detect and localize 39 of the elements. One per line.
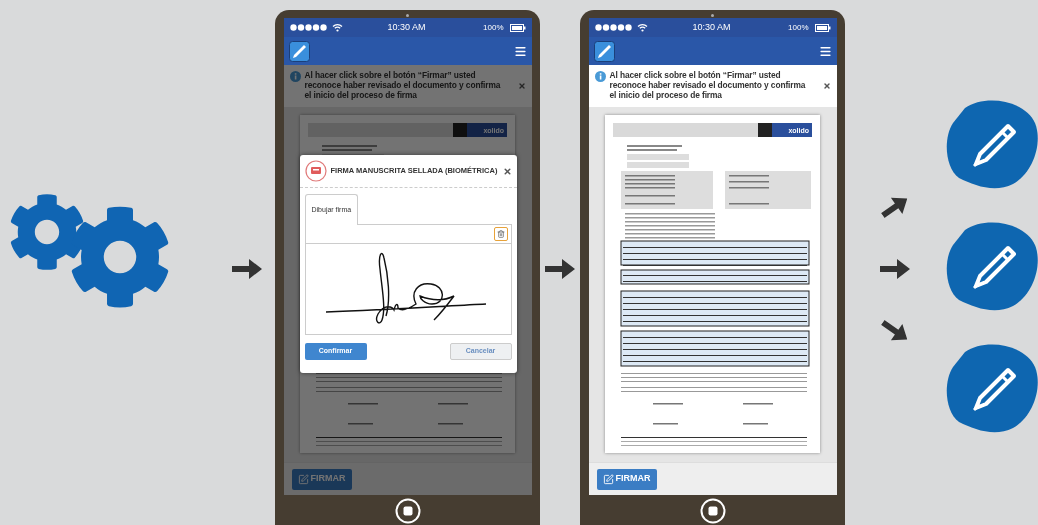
notice-text: Al hacer click sobre el botón “Firmar” usted reconoce haber revisado el documento y confirma el inicio del proceso de firma bbox=[609, 70, 807, 100]
close-icon[interactable] bbox=[517, 82, 526, 90]
sign-button[interactable]: FIRMAR bbox=[291, 468, 352, 490]
arrow-icon bbox=[880, 258, 910, 280]
app-logo-icon[interactable] bbox=[593, 40, 615, 62]
battery-icon bbox=[814, 23, 831, 32]
info-icon bbox=[289, 71, 301, 82]
wifi-icon bbox=[331, 23, 343, 32]
app-logo-icon[interactable] bbox=[288, 40, 310, 62]
arrow-icon bbox=[232, 258, 262, 280]
menu-icon[interactable] bbox=[513, 44, 527, 58]
pen-badge-icon bbox=[945, 342, 1038, 434]
sign-button[interactable]: FIRMAR bbox=[596, 468, 657, 490]
pen-badge-icon bbox=[945, 98, 1038, 190]
home-button-icon[interactable] bbox=[699, 498, 726, 524]
battery-percent: 100% bbox=[483, 21, 504, 34]
info-icon bbox=[594, 71, 606, 82]
pen-badge-icon bbox=[945, 220, 1038, 312]
header-block bbox=[758, 123, 772, 137]
battery-percent: 100% bbox=[788, 21, 809, 34]
battery-icon bbox=[509, 23, 526, 32]
close-icon[interactable] bbox=[822, 82, 831, 90]
edit-icon bbox=[297, 473, 309, 485]
home-button-icon[interactable] bbox=[394, 498, 421, 524]
close-icon[interactable] bbox=[502, 166, 512, 176]
signal-icon bbox=[594, 24, 633, 31]
trash-icon bbox=[496, 230, 505, 238]
wifi-icon bbox=[636, 23, 648, 32]
header-block bbox=[453, 123, 467, 137]
gear-icon bbox=[8, 193, 86, 271]
status-time: 10:30 AM bbox=[692, 20, 731, 34]
edit-icon bbox=[602, 473, 614, 485]
clear-button[interactable] bbox=[493, 227, 508, 241]
status-time: 10:30 AM bbox=[387, 20, 426, 34]
stamp-icon bbox=[304, 160, 327, 182]
arrow-icon bbox=[545, 258, 575, 280]
notice-text: Al hacer click sobre el botón “Firmar” usted reconoce haber revisado el documento y confirma el inicio del proceso de firma bbox=[304, 70, 502, 100]
menu-icon[interactable] bbox=[818, 44, 832, 58]
signal-icon bbox=[289, 24, 328, 31]
